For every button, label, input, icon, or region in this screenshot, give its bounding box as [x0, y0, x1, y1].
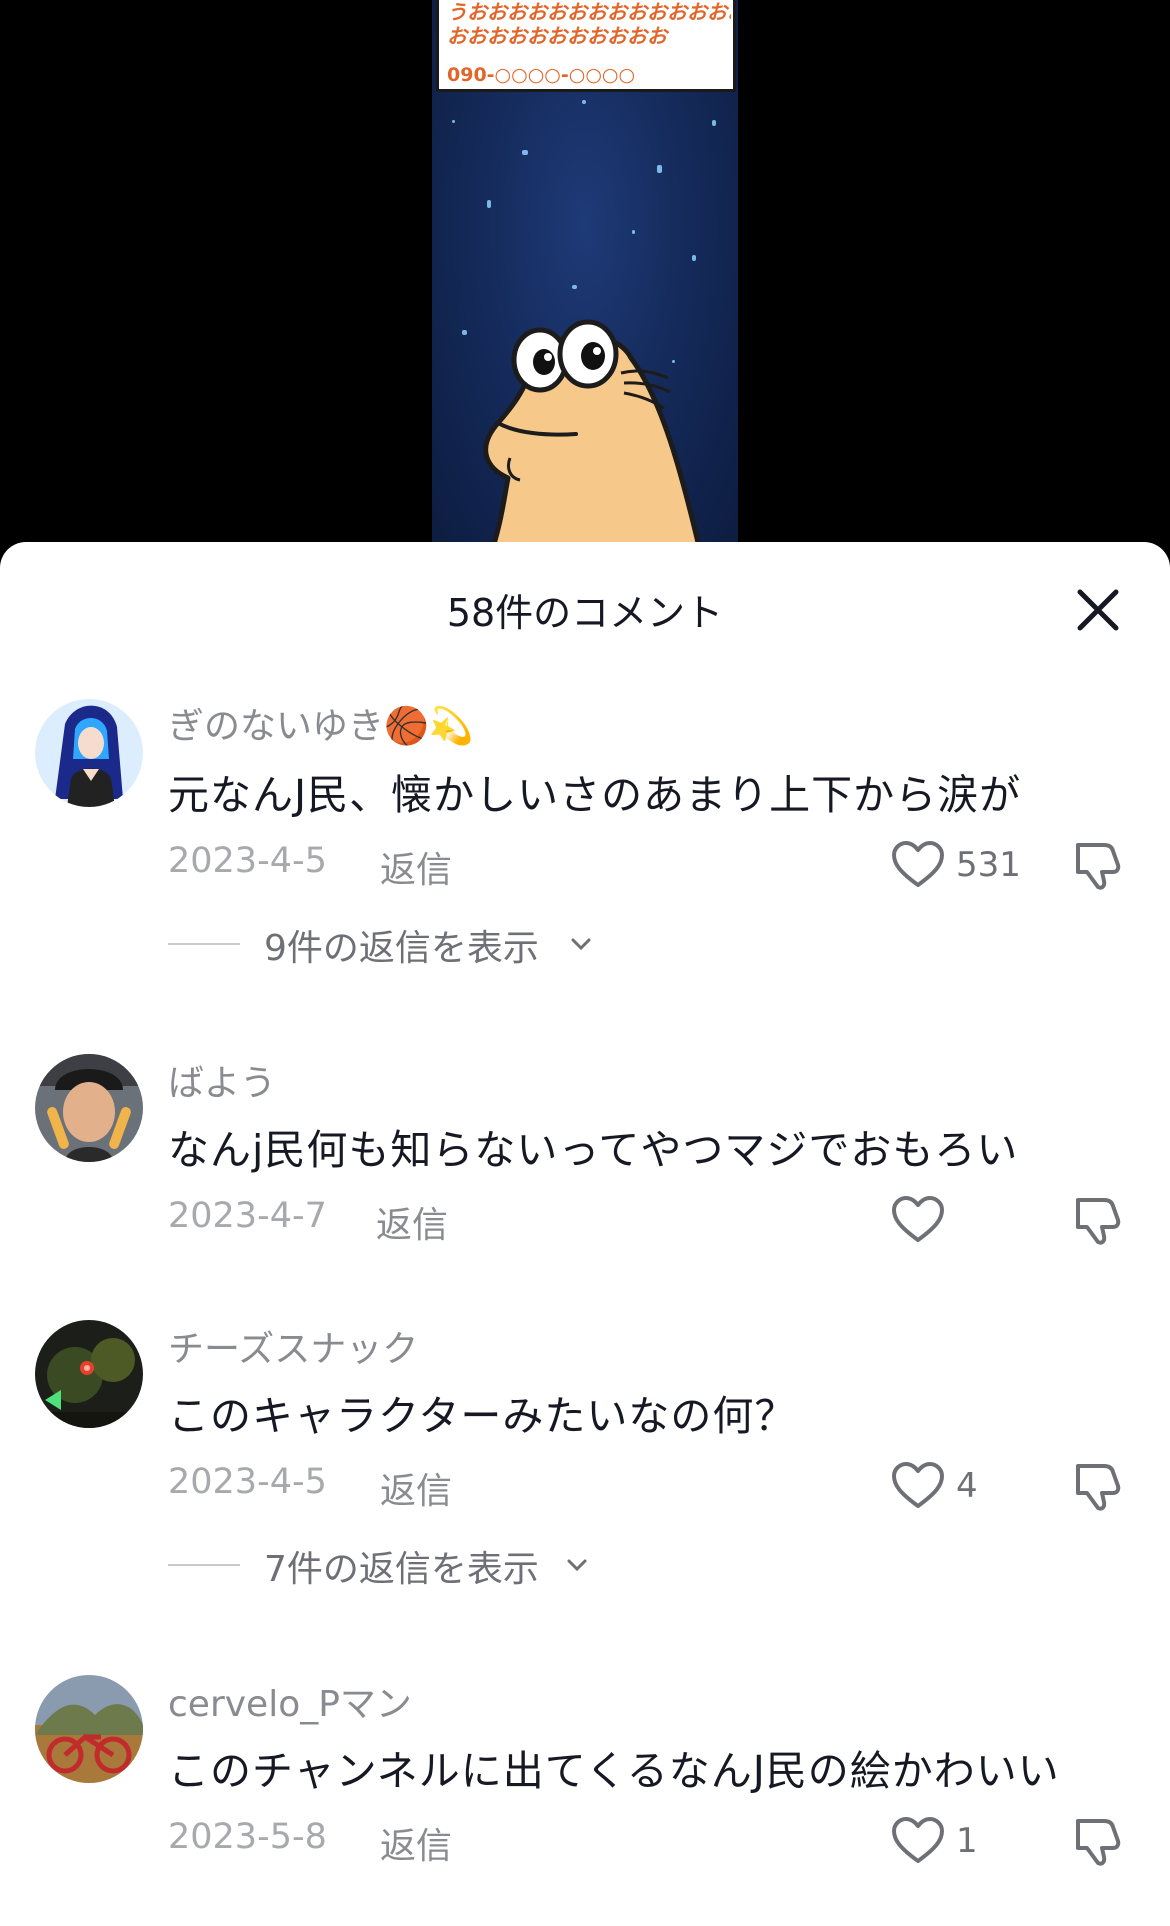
- comment-date: 2023-4-5: [168, 1462, 327, 1502]
- comment-text: なんj民何も知らないってやつマジでおもろい: [168, 1126, 1019, 1174]
- heart-icon[interactable]: [890, 1815, 946, 1867]
- view-replies-button[interactable]: 9件の返信を表示: [168, 919, 628, 969]
- view-replies-label: 9件の返信を表示: [264, 928, 539, 969]
- star-decoration: [632, 230, 635, 234]
- avatar[interactable]: [35, 699, 143, 807]
- video-area[interactable]: うおおおおおおおおおおおおおお おおおおおおおおおおお 090-○○○○-○○○…: [0, 0, 1170, 560]
- comment-sheet: 58件のコメント ぎのないゆき🏀💫 元なんJ民、懐かしいさのあまり上下から涙が …: [0, 542, 1170, 1926]
- reply-button[interactable]: 返信: [376, 1196, 448, 1248]
- like-count: 531: [956, 845, 1021, 885]
- comment-text: 元なんJ民、懐かしいさのあまり上下から涙が: [168, 771, 1022, 819]
- comment-username[interactable]: ぎのないゆき🏀💫: [168, 697, 474, 749]
- like-count: 1: [956, 1821, 978, 1861]
- mole-character-icon: [483, 319, 705, 560]
- dislike-icon[interactable]: [1070, 837, 1126, 893]
- star-decoration: [487, 200, 491, 208]
- heart-icon[interactable]: [890, 1460, 946, 1512]
- avatar[interactable]: [35, 1054, 143, 1162]
- comment-username[interactable]: チーズスナック: [168, 1320, 418, 1372]
- avatar[interactable]: [35, 1675, 143, 1783]
- like-count: 4: [956, 1466, 978, 1506]
- heart-icon[interactable]: [890, 839, 946, 891]
- reply-button[interactable]: 返信: [380, 841, 452, 893]
- dislike-icon[interactable]: [1070, 1192, 1126, 1248]
- star-decoration: [522, 150, 528, 155]
- comment-text: このチャンネルに出てくるなんJ民の絵かわいい: [168, 1747, 1060, 1795]
- comment-date: 2023-5-8: [168, 1817, 327, 1857]
- comment-count-title: 58件のコメント: [446, 591, 724, 635]
- star-decoration: [452, 120, 455, 123]
- panel-phone-number: 090-○○○○-○○○○: [447, 64, 636, 86]
- comment-text: このキャラクターみたいなの何？: [168, 1392, 797, 1440]
- divider-line: [168, 943, 240, 945]
- video-text-panel: うおおおおおおおおおおおおおお おおおおおおおおおおお 090-○○○○-○○○…: [436, 0, 736, 92]
- star-decoration: [462, 330, 467, 335]
- heart-icon[interactable]: [890, 1194, 946, 1246]
- avatar[interactable]: [35, 1320, 143, 1428]
- close-icon[interactable]: [1068, 580, 1128, 640]
- reply-button[interactable]: 返信: [380, 1462, 452, 1514]
- star-decoration: [712, 120, 716, 126]
- comment-date: 2023-4-7: [168, 1196, 327, 1236]
- comment-username[interactable]: cervelo_Pマン: [168, 1675, 412, 1727]
- view-replies-button[interactable]: 7件の返信を表示: [168, 1540, 628, 1590]
- dislike-icon[interactable]: [1070, 1813, 1126, 1869]
- star-decoration: [657, 165, 662, 173]
- sheet-header: 58件のコメント: [0, 542, 1170, 662]
- star-decoration: [582, 100, 586, 104]
- chevron-down-icon: [567, 1559, 587, 1572]
- reply-button[interactable]: 返信: [380, 1817, 452, 1869]
- comment-username[interactable]: ばよう: [168, 1054, 276, 1106]
- star-decoration: [692, 255, 696, 261]
- divider-line: [168, 1564, 240, 1566]
- comment-date: 2023-4-5: [168, 841, 327, 881]
- view-replies-label: 7件の返信を表示: [264, 1549, 539, 1590]
- star-decoration: [572, 285, 577, 289]
- dislike-icon[interactable]: [1070, 1458, 1126, 1514]
- chevron-down-icon: [571, 938, 591, 951]
- panel-text-line: おおおおおおおおおおお: [447, 24, 667, 48]
